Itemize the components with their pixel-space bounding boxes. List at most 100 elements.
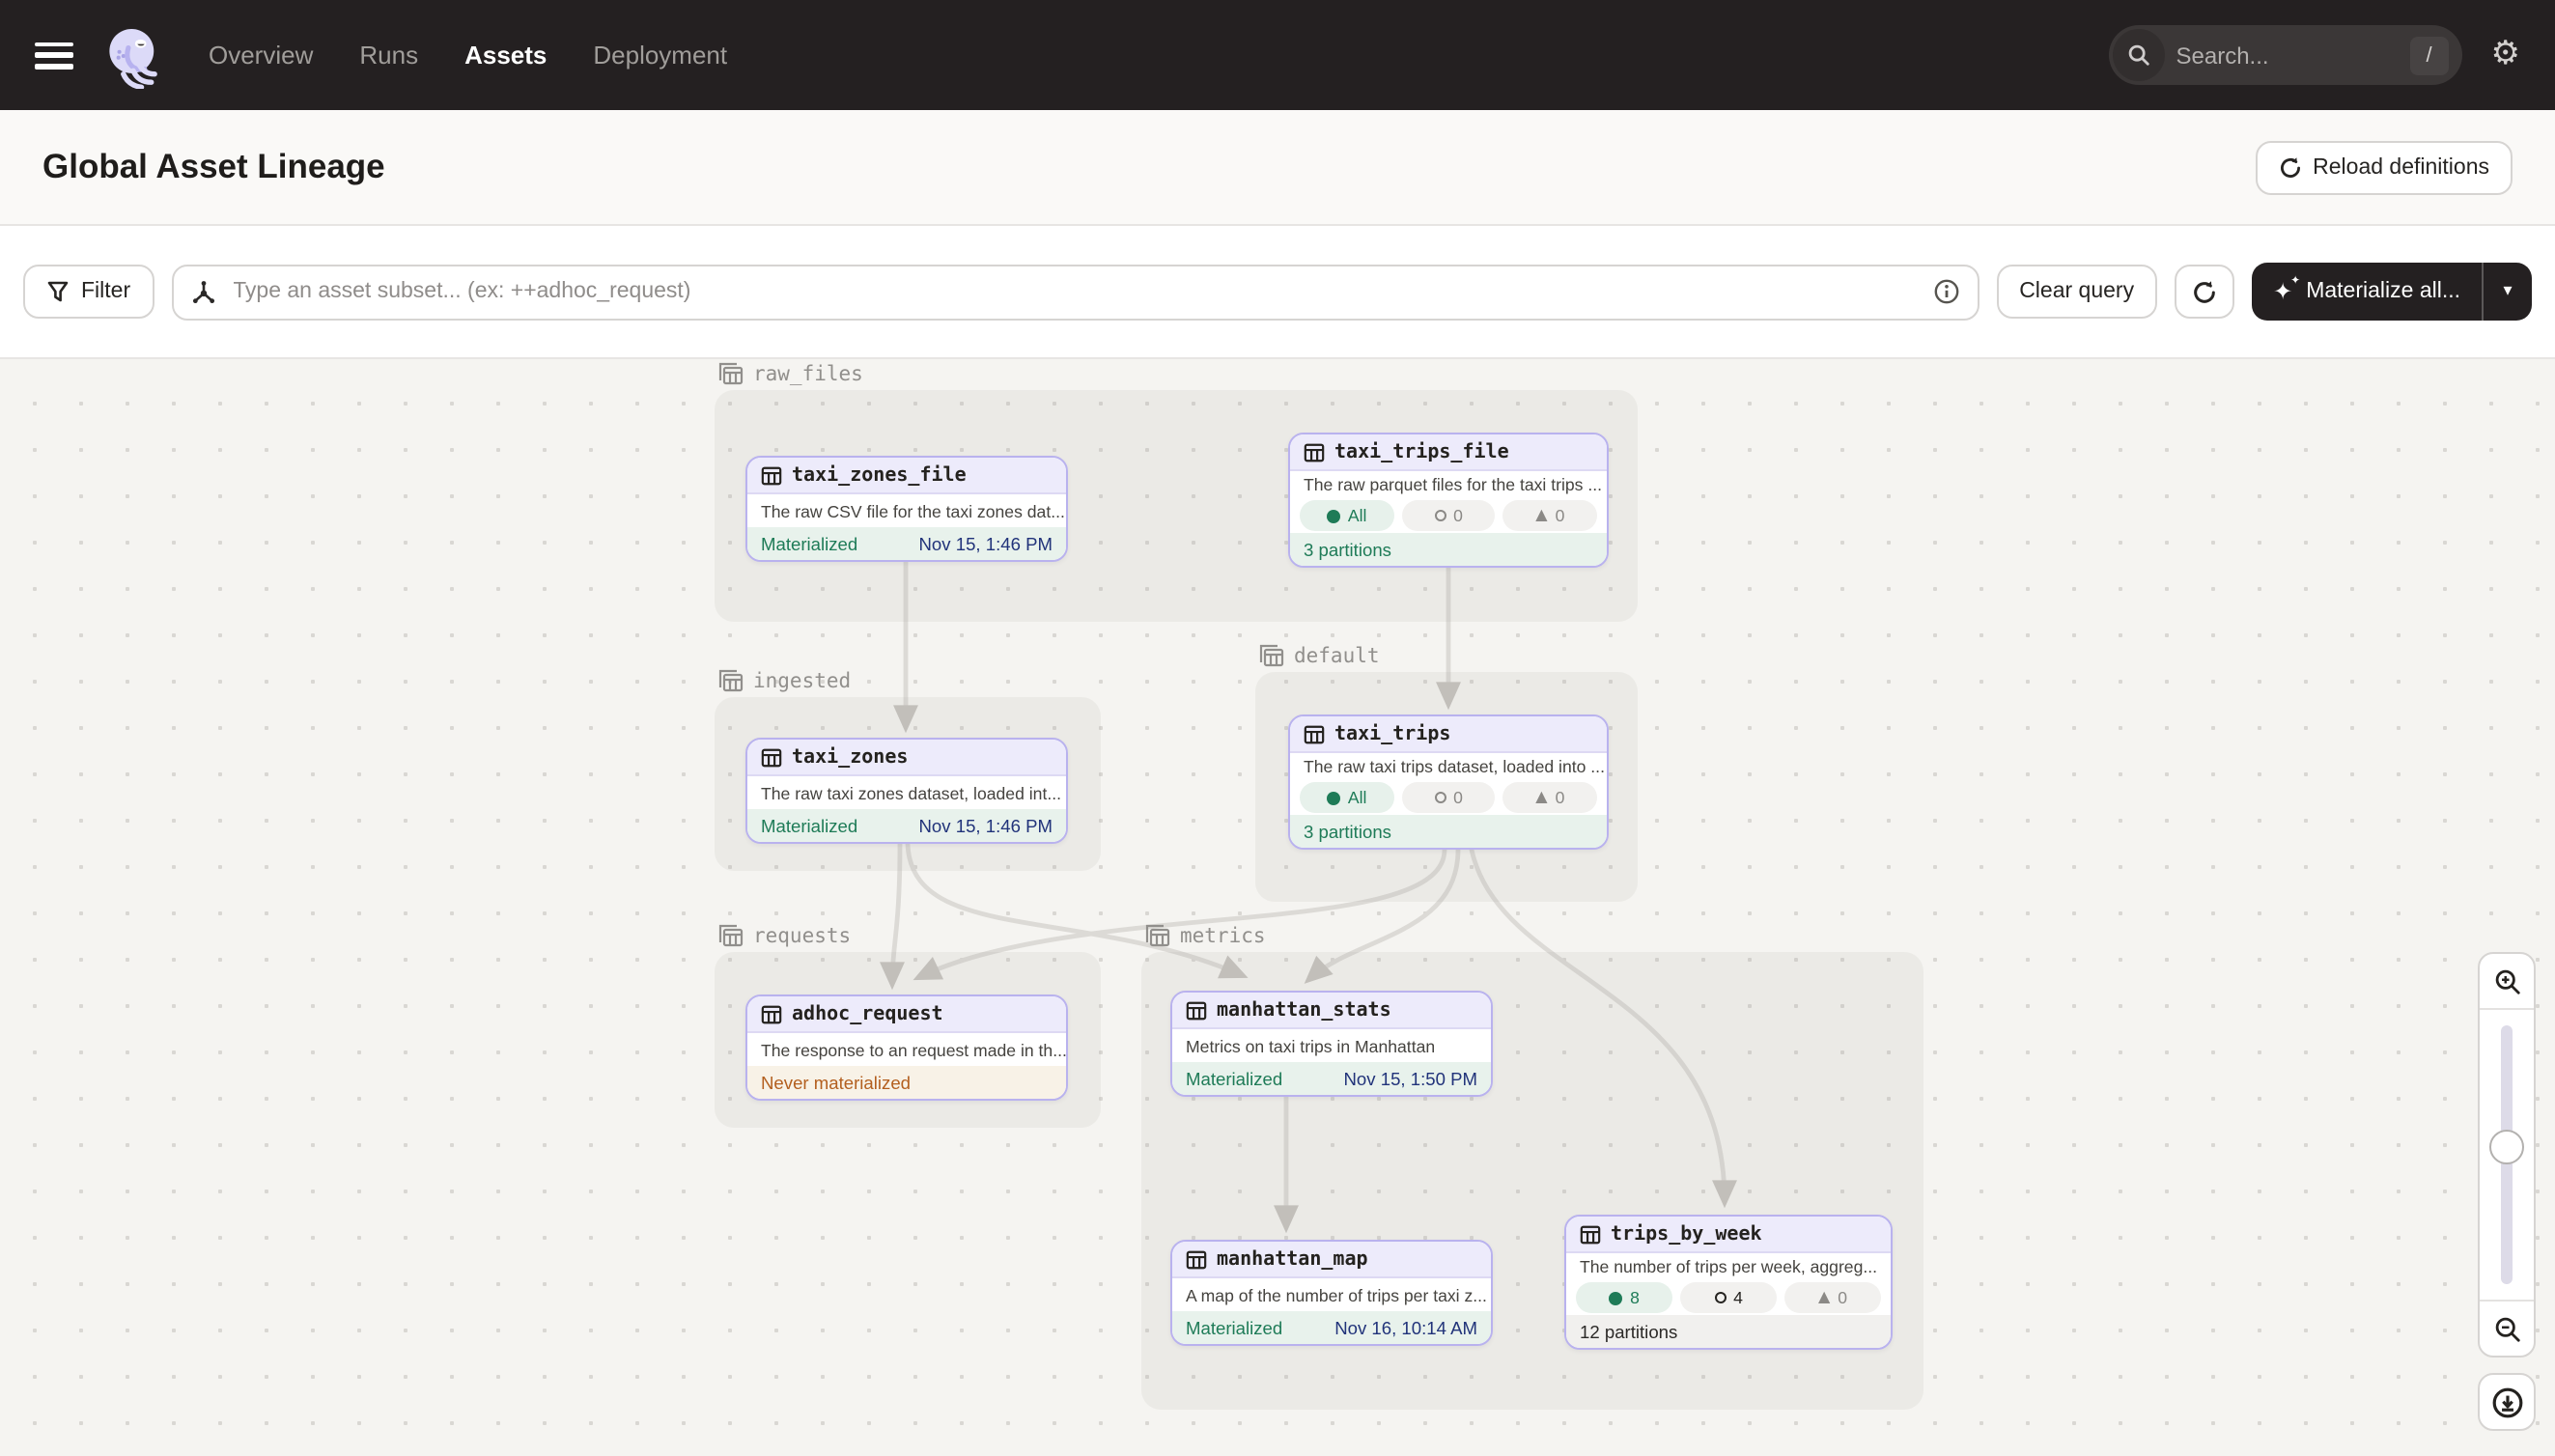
refresh-graph-button[interactable] (2175, 265, 2234, 319)
asset-node-header: manhattan_map (1172, 1242, 1491, 1278)
status-label: Materialized (1186, 1069, 1282, 1088)
asset-name: taxi_zones_file (792, 464, 967, 486)
table-icon (761, 1003, 782, 1024)
zoom-slider-knob[interactable] (2489, 1130, 2524, 1164)
asset-description: The raw taxi zones dataset, loaded int..… (747, 776, 1066, 809)
group-name: raw_files (753, 362, 863, 385)
nav-item-overview[interactable]: Overview (209, 41, 313, 70)
clear-query-label: Clear query (2019, 280, 2134, 303)
tables-icon (718, 923, 744, 948)
table-icon (1304, 723, 1325, 744)
zoom-in-icon (2492, 966, 2521, 995)
status-timestamp: Nov 15, 1:46 PM (919, 534, 1053, 553)
status-timestamp: Nov 15, 1:46 PM (919, 816, 1053, 835)
failed-triangle-icon: ▲ (1535, 508, 1547, 523)
table-icon (1304, 441, 1325, 462)
filter-label: Filter (81, 280, 130, 303)
group-name: ingested (753, 669, 851, 692)
asset-partitions-footer: 12 partitions (1566, 1315, 1891, 1348)
refresh-icon (2278, 155, 2301, 179)
partition-health-pills: All 0 ▲ 0 (1290, 780, 1607, 815)
failed-triangle-icon: ▲ (1818, 1290, 1830, 1305)
tables-icon (718, 361, 744, 386)
reload-definitions-label: Reload definitions (2313, 155, 2489, 179)
asset-name: manhattan_stats (1217, 999, 1391, 1021)
zoom-slider[interactable] (2480, 1010, 2534, 1300)
status-label: Never materialized (761, 1073, 911, 1092)
asset-node-header: manhattan_stats (1172, 993, 1491, 1029)
asset-subset-query-box[interactable] (171, 264, 1979, 320)
download-graph-button[interactable] (2478, 1373, 2536, 1431)
partitions-failed-pill: ▲ 0 (1503, 500, 1597, 531)
asset-status-footer: Materialized Nov 15, 1:50 PM (1172, 1062, 1491, 1095)
dagster-logo-icon[interactable] (100, 22, 166, 88)
asset-node-taxi-trips[interactable]: taxi_trips The raw taxi trips dataset, l… (1288, 714, 1609, 850)
asset-name: taxi_trips (1334, 723, 1450, 744)
asset-node-header: taxi_zones (747, 740, 1066, 776)
asset-node-manhattan-map[interactable]: manhattan_map A map of the number of tri… (1170, 1240, 1493, 1346)
failed-triangle-icon: ▲ (1535, 790, 1547, 805)
asset-description: The raw taxi trips dataset, loaded into … (1290, 753, 1607, 780)
asset-name: adhoc_request (792, 1003, 943, 1024)
group-label-raw-files[interactable]: raw_files (718, 361, 863, 386)
group-label-default[interactable]: default (1259, 643, 1380, 668)
missing-ring-icon (1434, 510, 1446, 521)
partitions-missing-pill: 0 (1401, 500, 1495, 531)
table-icon (761, 464, 782, 486)
asset-node-adhoc-request[interactable]: adhoc_request The response to an request… (745, 994, 1068, 1101)
asset-status-footer: Never materialized (747, 1066, 1066, 1099)
lineage-graph-canvas[interactable]: raw_files ingested default requests metr… (0, 361, 2555, 1456)
asset-status-footer: Materialized Nov 15, 1:46 PM (747, 527, 1066, 560)
top-nav: Overview Runs Assets Deployment / ⚙ (0, 0, 2555, 110)
asset-name: trips_by_week (1611, 1223, 1762, 1245)
partitions-missing-pill: 4 (1680, 1282, 1777, 1313)
status-timestamp: Nov 16, 10:14 AM (1334, 1318, 1477, 1337)
search-icon (2113, 29, 2165, 81)
group-label-metrics[interactable]: metrics (1145, 923, 1266, 948)
partitions-success-pill: All (1300, 500, 1393, 531)
zoom-in-button[interactable] (2480, 954, 2534, 1010)
asset-partitions-footer: 3 partitions (1290, 533, 1607, 566)
missing-ring-icon (1714, 1292, 1726, 1303)
asset-name: taxi_zones (792, 746, 908, 768)
asset-node-manhattan-stats[interactable]: manhattan_stats Metrics on taxi trips in… (1170, 991, 1493, 1097)
asset-node-taxi-zones-file[interactable]: taxi_zones_file The raw CSV file for the… (745, 456, 1068, 562)
asset-node-taxi-zones[interactable]: taxi_zones The raw taxi zones dataset, l… (745, 738, 1068, 844)
asset-name: manhattan_map (1217, 1248, 1368, 1270)
nav-item-runs[interactable]: Runs (359, 41, 418, 70)
zoom-out-button[interactable] (2480, 1300, 2534, 1356)
zoom-controls (2478, 952, 2536, 1358)
asset-node-taxi-trips-file[interactable]: taxi_trips_file The raw parquet files fo… (1288, 433, 1609, 568)
filter-button[interactable]: Filter (23, 265, 154, 319)
reload-definitions-button[interactable]: Reload definitions (2255, 140, 2513, 194)
search-shortcut-badge: / (2410, 36, 2449, 74)
missing-ring-icon (1434, 792, 1446, 803)
sparkle-icon: ✦ (2273, 280, 2292, 303)
download-icon (2490, 1386, 2523, 1418)
asset-node-header: adhoc_request (747, 996, 1066, 1033)
partitions-failed-pill: ▲ 0 (1503, 782, 1597, 813)
nav-item-assets[interactable]: Assets (464, 41, 547, 70)
info-icon[interactable] (1932, 278, 1959, 305)
global-search[interactable]: / (2109, 25, 2462, 85)
materialize-options-caret[interactable]: ▾ (2484, 263, 2532, 321)
status-label: Materialized (1186, 1318, 1282, 1337)
materialize-all-split-button: ✦ Materialize all... ▾ (2252, 263, 2532, 321)
asset-description: Metrics on taxi trips in Manhattan (1172, 1029, 1491, 1062)
table-icon (761, 746, 782, 768)
settings-gear-icon[interactable]: ⚙ (2491, 39, 2521, 71)
hamburger-menu-icon[interactable] (35, 42, 73, 69)
materialize-all-button[interactable]: ✦ Materialize all... (2252, 263, 2482, 321)
group-label-ingested[interactable]: ingested (718, 668, 851, 693)
page-header: Global Asset Lineage Reload definitions (0, 110, 2555, 226)
success-dot-icon (1609, 1291, 1622, 1304)
page-title: Global Asset Lineage (42, 147, 385, 187)
asset-subset-input[interactable] (229, 278, 1919, 305)
app-root: Overview Runs Assets Deployment / ⚙ Glob… (0, 0, 2555, 1456)
search-input[interactable] (2165, 42, 2410, 69)
nav-item-deployment[interactable]: Deployment (593, 41, 727, 70)
zoom-out-icon (2492, 1314, 2521, 1343)
group-label-requests[interactable]: requests (718, 923, 851, 948)
clear-query-button[interactable]: Clear query (1996, 265, 2157, 319)
asset-node-trips-by-week[interactable]: trips_by_week The number of trips per we… (1564, 1215, 1893, 1350)
